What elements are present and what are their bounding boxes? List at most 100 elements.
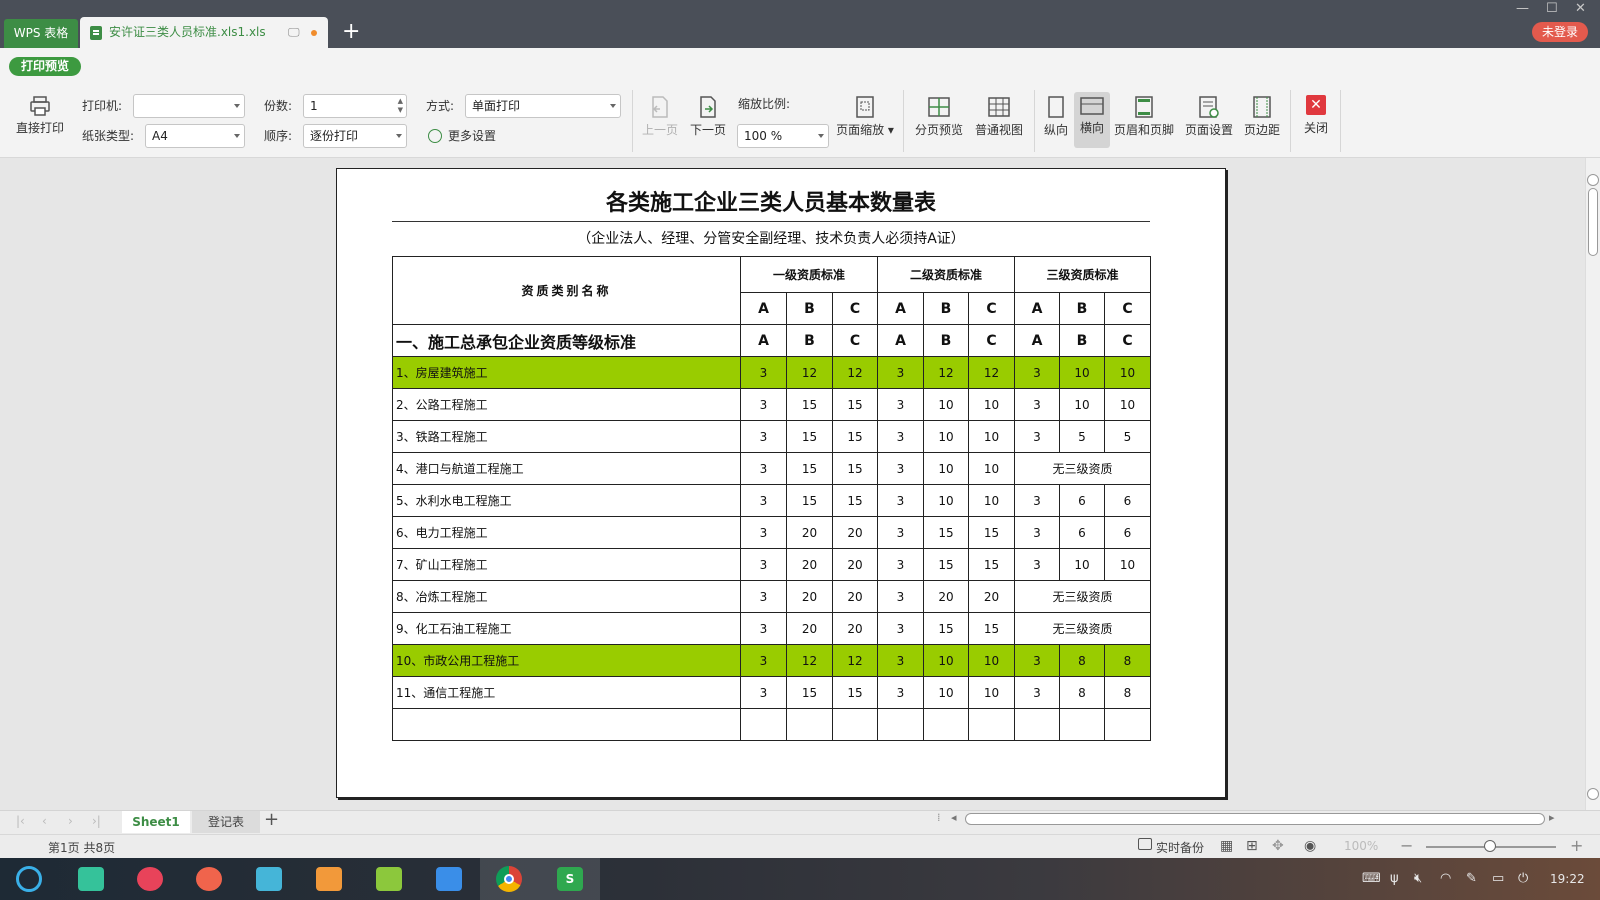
cell-value: 3 bbox=[1014, 644, 1060, 677]
row-name: 10、市政公用工程施工 bbox=[392, 644, 741, 677]
cell-value: 10 bbox=[923, 676, 969, 709]
prev-sheet-icon[interactable]: ‹ bbox=[42, 814, 47, 828]
header-grade: C bbox=[832, 292, 878, 325]
wifi-icon[interactable]: ◠ bbox=[1440, 871, 1451, 886]
cell-value bbox=[740, 708, 787, 741]
launcher-icon[interactable] bbox=[16, 866, 42, 892]
cell-value: 15 bbox=[786, 388, 833, 421]
cell-value: 10 bbox=[923, 644, 969, 677]
margins-button[interactable]: 页边距 bbox=[1240, 95, 1284, 137]
cell-value: 20 bbox=[786, 612, 833, 645]
battery-icon[interactable]: ▭ bbox=[1492, 871, 1504, 886]
next-sheet-icon[interactable]: › bbox=[68, 814, 73, 828]
zoom-slider-handle[interactable] bbox=[1484, 840, 1496, 852]
reading-mode-icon[interactable]: ✥ bbox=[1272, 838, 1284, 854]
new-tab-button[interactable]: + bbox=[342, 18, 360, 46]
minimize-icon[interactable]: — bbox=[1516, 0, 1529, 18]
page-break-preview-button[interactable]: 分页预览 bbox=[910, 95, 968, 137]
power-icon[interactable]: ⏻ bbox=[1518, 871, 1528, 886]
maximize-icon[interactable]: ☐ bbox=[1546, 0, 1558, 18]
order-select[interactable]: 逐份打印 bbox=[303, 124, 407, 148]
copies-input[interactable]: 1 ▲ ▼ bbox=[303, 94, 407, 118]
prev-page-label: 上一页 bbox=[641, 123, 678, 137]
horizontal-scroll-thumb[interactable] bbox=[965, 813, 1545, 825]
close-preview-button[interactable]: ✕ 关闭 bbox=[1298, 95, 1334, 135]
add-sheet-icon[interactable]: + bbox=[264, 809, 279, 830]
screen-recorder-icon[interactable] bbox=[196, 867, 222, 891]
backup-button[interactable]: 实时备份 bbox=[1156, 839, 1204, 856]
keyboard-icon[interactable]: ⌨ bbox=[1362, 871, 1381, 886]
cell-value: 15 bbox=[968, 548, 1015, 581]
cell-value: 6 bbox=[1104, 516, 1151, 549]
printer-icon bbox=[30, 96, 50, 116]
cell-merged-note: 无三级资质 bbox=[1014, 612, 1151, 645]
row-name: 11、通信工程施工 bbox=[392, 676, 741, 709]
page-setup-button[interactable]: 页面设置 bbox=[1182, 95, 1236, 137]
normal-view-button[interactable]: 普通视图 bbox=[970, 95, 1028, 137]
page-zoom-button[interactable]: 页面缩放 ▾ bbox=[834, 95, 896, 137]
music-player-icon[interactable] bbox=[376, 867, 402, 891]
pen-icon[interactable]: ✎ bbox=[1466, 871, 1477, 886]
chrome-icon[interactable] bbox=[496, 866, 522, 892]
cell-value: 6 bbox=[1059, 484, 1105, 517]
portrait-button[interactable]: 纵向 bbox=[1040, 95, 1072, 137]
scroll-left-icon[interactable]: ◂ bbox=[951, 811, 957, 824]
zoom-percent[interactable]: 100% bbox=[1344, 839, 1378, 853]
order-label: 顺序: bbox=[264, 129, 293, 143]
sheet-tab-sheet1[interactable]: Sheet1 bbox=[122, 811, 190, 833]
table-row: 3、铁路工程施工 3 15 15 3 10 10 3 5 5 bbox=[392, 420, 1151, 453]
horizontal-scrollbar[interactable]: ⁞ ◂ ▸ bbox=[937, 811, 1564, 827]
direct-print-button[interactable]: 直接打印 bbox=[10, 95, 70, 135]
archive-manager-icon[interactable] bbox=[316, 867, 342, 891]
cell-value: 3 bbox=[740, 388, 787, 421]
wps-spreadsheet-icon[interactable]: S bbox=[557, 867, 583, 891]
cell-value bbox=[877, 708, 924, 741]
page-break-status-icon[interactable]: ⊞ bbox=[1246, 838, 1258, 854]
monitor-icon[interactable]: 🖵 bbox=[288, 17, 300, 48]
cell-value: 10 bbox=[923, 388, 969, 421]
prev-page-button[interactable]: 上一页 bbox=[638, 95, 682, 137]
login-button[interactable]: 未登录 bbox=[1532, 22, 1588, 42]
first-sheet-icon[interactable]: |‹ bbox=[16, 814, 25, 828]
page-setup-icon bbox=[1199, 96, 1219, 118]
printer-select[interactable] bbox=[133, 94, 245, 118]
usb-icon[interactable]: ψ bbox=[1390, 871, 1399, 886]
more-settings-button[interactable]: 更多设置 bbox=[428, 126, 496, 146]
header-level: 三级资质标准 bbox=[1014, 256, 1151, 293]
zoom-in-icon[interactable]: + bbox=[1570, 836, 1583, 855]
settings-app-icon[interactable] bbox=[137, 867, 163, 891]
header-footer-button[interactable]: 页眉和页脚 bbox=[1112, 95, 1176, 137]
scroll-right-icon[interactable]: ▸ bbox=[1549, 811, 1555, 824]
header-grade: B bbox=[923, 292, 969, 325]
app-store-icon[interactable] bbox=[256, 867, 282, 891]
cell-value: 3 bbox=[740, 484, 787, 517]
volume-mute-icon[interactable]: 🔇︎ bbox=[1414, 871, 1422, 886]
spin-arrows-icon[interactable]: ▲ ▼ bbox=[398, 97, 403, 115]
scroll-up-icon[interactable] bbox=[1587, 174, 1599, 186]
document-tab[interactable]: 安许证三类人员标准.xls1.xls 🖵 bbox=[80, 17, 328, 48]
cell-value: 12 bbox=[786, 644, 833, 677]
more-settings-label: 更多设置 bbox=[448, 129, 497, 143]
paper-type-select[interactable]: A4 bbox=[145, 124, 245, 148]
terminal-icon[interactable] bbox=[78, 867, 104, 891]
zoom-select[interactable]: 100 % bbox=[737, 124, 829, 148]
split-handle-icon[interactable]: ⁞ bbox=[937, 811, 941, 824]
sheet-tab-register[interactable]: 登记表 bbox=[192, 811, 260, 833]
row-name: 1、房屋建筑施工 bbox=[392, 356, 741, 389]
zoom-out-icon[interactable]: − bbox=[1400, 836, 1413, 855]
table-row: 7、矿山工程施工 3 20 20 3 15 15 3 10 10 bbox=[392, 548, 1151, 581]
spreadsheet-file-icon bbox=[90, 26, 102, 40]
mode-select[interactable]: 单面打印 bbox=[465, 94, 621, 118]
close-window-icon[interactable]: ✕ bbox=[1575, 0, 1586, 18]
cell-value bbox=[1059, 708, 1105, 741]
scroll-down-icon[interactable] bbox=[1587, 788, 1599, 800]
vertical-scroll-thumb[interactable] bbox=[1588, 188, 1598, 256]
normal-view-status-icon[interactable]: ▦ bbox=[1220, 838, 1233, 854]
video-player-icon[interactable] bbox=[436, 867, 462, 891]
app-tab[interactable]: WPS 表格 bbox=[4, 19, 78, 48]
next-page-button[interactable]: 下一页 bbox=[686, 95, 730, 137]
eye-protect-icon[interactable]: ◉ bbox=[1304, 838, 1316, 854]
landscape-button[interactable]: 横向 bbox=[1074, 92, 1110, 148]
vertical-scrollbar[interactable] bbox=[1585, 158, 1600, 810]
last-sheet-icon[interactable]: ›| bbox=[92, 814, 101, 828]
